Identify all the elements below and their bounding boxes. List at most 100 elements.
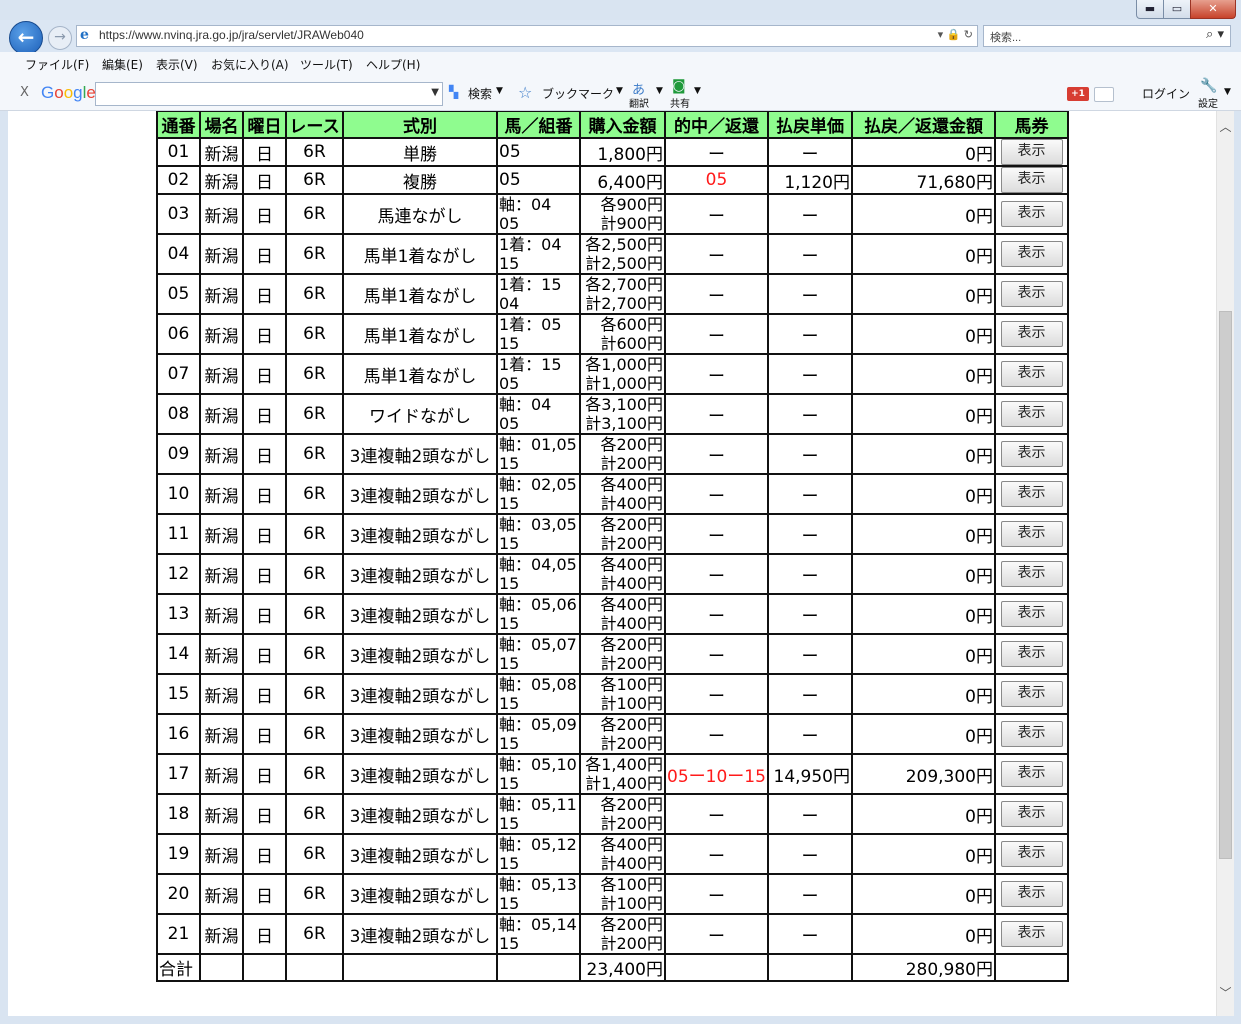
close-button[interactable]: ✕ [1190,0,1236,19]
cell-bet-type: 3連複軸2頭ながし [342,913,498,955]
settings-dropdown-icon[interactable]: ▼ [1224,87,1231,97]
cell-payout-amount: 0円 [851,873,996,915]
wrench-icon[interactable]: 🔧 [1200,78,1217,94]
view-ticket-button[interactable]: 表示 [1000,721,1063,747]
view-ticket-button[interactable]: 表示 [1000,561,1063,587]
cell-ticket: 表示 [994,353,1069,395]
address-bar[interactable]: e https://www.nvinq.jra.go.jp/jra/servle… [76,25,978,47]
menu-tools[interactable]: ツール(T) [300,56,353,73]
settings-button[interactable]: 設定 [1198,95,1218,110]
view-ticket-button[interactable]: 表示 [1000,321,1063,347]
vertical-scrollbar[interactable]: ︿ ﹀ [1216,111,1234,1016]
toolbar-close-icon[interactable]: X [20,85,29,100]
cell-payout-unit: ー [767,233,853,275]
view-ticket-button[interactable]: 表示 [1000,681,1063,707]
view-ticket-button[interactable]: 表示 [1000,481,1063,507]
table-row: 13 新潟日 6R 3連複軸2頭ながし 軸：05,06 15 各400円 計400円ーー 0円表… [156,593,1069,635]
url-text[interactable]: https://www.nvinq.jra.go.jp/jra/servlet/… [99,28,364,42]
header-race: レース [285,111,344,139]
view-ticket-button[interactable]: 表示 [1000,281,1063,307]
view-ticket-button[interactable]: 表示 [1000,841,1063,867]
view-ticket-button[interactable]: 表示 [1000,641,1063,667]
minimize-button[interactable]: ▬ [1136,0,1164,19]
cell-ticket: 表示 [994,433,1069,475]
cell-venue: 新潟 [199,713,244,755]
view-ticket-button[interactable]: 表示 [1000,401,1063,427]
search-icon[interactable]: ⌕ ▾ [1206,27,1224,42]
cell-payout-unit: ー [767,273,853,315]
search-dropdown-icon[interactable]: ▼ [496,86,503,96]
view-ticket-button[interactable]: 表示 [1000,801,1063,827]
menu-file[interactable]: ファイル(F) [25,56,89,73]
login-link[interactable]: ログイン [1142,85,1190,102]
view-ticket-button[interactable]: 表示 [1000,140,1063,164]
cell-combination: 軸：04,05 15 [496,553,581,595]
cell-payout-amount: 0円 [851,513,996,555]
view-ticket-button[interactable]: 表示 [1000,881,1063,907]
translate-dropdown-icon[interactable]: ▼ [656,86,663,96]
lock-refresh-icons[interactable]: ▾ 🔒 ↻ [938,28,973,41]
menu-view[interactable]: 表示(V) [156,56,198,73]
bookmark-button[interactable]: ブックマーク [542,85,614,102]
browser-search-input[interactable]: 検索... ⌕ ▾ [983,25,1231,47]
amount-each: 各2,700円 [585,275,663,294]
cell-payout-amount: 0円 [851,913,996,955]
amount-each: 各100円 [600,675,663,694]
cell-bet-type: 3連複軸2頭ながし [342,753,498,795]
translate-button[interactable]: 翻訳 [629,95,649,110]
dropdown-arrow-icon[interactable]: ▼ [431,87,439,98]
menu-bar: ファイル(F) 編集(E) 表示(V) お気に入り(A) ツール(T) ヘルプ(… [0,52,1241,77]
share-dropdown-icon[interactable]: ▼ [694,86,701,96]
cell-day: 日 [242,753,287,795]
cell-venue: 新潟 [199,353,244,395]
view-ticket-button[interactable]: 表示 [1000,601,1063,627]
back-arrow-icon[interactable]: ← [9,21,43,55]
cell-race: 6R [285,873,344,915]
cell-venue: 新潟 [199,833,244,875]
view-ticket-button[interactable]: 表示 [1000,241,1063,267]
combo-line-1: 1着：15 [499,275,562,294]
cell-no: 11 [156,513,201,555]
cell-race: 6R [285,673,344,715]
view-ticket-button[interactable]: 表示 [1000,201,1063,227]
maximize-button[interactable]: ▭ [1163,0,1191,19]
view-ticket-button[interactable]: 表示 [1000,441,1063,467]
cell-payout-unit: ー [767,713,853,755]
view-ticket-button[interactable]: 表示 [1000,168,1063,192]
window-bottom-border [0,1016,1241,1024]
ie-page-icon: e [80,27,89,43]
cell-no: 18 [156,793,201,835]
cell-day: 日 [242,713,287,755]
scrollbar-thumb[interactable] [1219,311,1232,859]
cell-hit-refund: ー [664,633,769,675]
cell-payout-unit: ー [767,793,853,835]
cell-payout-unit: ー [767,673,853,715]
gplus-toggle[interactable] [1094,87,1114,102]
google-search-button[interactable]: 検索 [468,85,492,102]
scroll-down-icon[interactable]: ﹀ [1217,985,1234,1001]
view-ticket-button[interactable]: 表示 [1000,921,1063,947]
view-ticket-button[interactable]: 表示 [1000,521,1063,547]
cell-purchase-amount: 各100円 計100円 [579,873,666,915]
cell-ticket: 表示 [994,713,1069,755]
share-button[interactable]: 共有 [670,95,690,110]
cell-ticket: 表示 [994,165,1069,195]
menu-help[interactable]: ヘルプ(H) [366,56,420,73]
view-ticket-button[interactable]: 表示 [1000,761,1063,787]
cell-bet-type: 3連複軸2頭ながし [342,593,498,635]
menu-edit[interactable]: 編集(E) [102,56,143,73]
amount-each: 各200円 [600,795,663,814]
google-search-input[interactable]: ▼ [95,82,443,106]
table-row: 09 新潟日 6R 3連複軸2頭ながし 軸：01,05 15 各200円 計200円ーー 0円表… [156,433,1069,475]
forward-arrow-icon[interactable]: → [48,26,72,50]
combo-line-1: 軸：04 [499,395,552,414]
gplus-one-icon[interactable]: +1 [1067,87,1089,101]
cell-day: 日 [242,913,287,955]
bookmark-dropdown-icon[interactable]: ▼ [616,86,623,96]
cell-bet-type: 馬単1着ながし [342,353,498,395]
table-row: 15 新潟日 6R 3連複軸2頭ながし 軸：05,08 15 各100円 計100円ーー 0円表… [156,673,1069,715]
menu-favorites[interactable]: お気に入り(A) [211,56,289,73]
view-ticket-button[interactable]: 表示 [1000,361,1063,387]
scroll-up-icon[interactable]: ︿ [1217,119,1234,135]
combo-line-1: 軸：02,05 [499,475,577,494]
